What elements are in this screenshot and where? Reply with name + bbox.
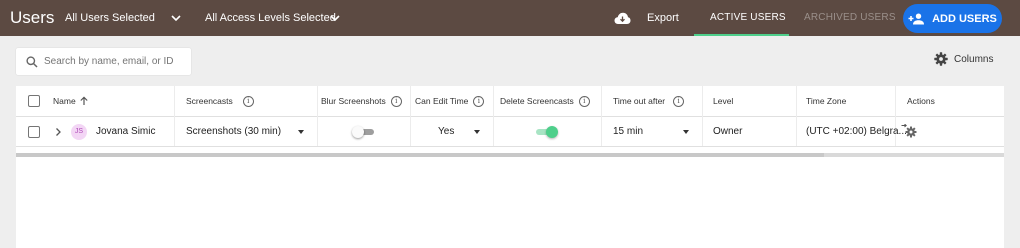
users-filter-dropdown[interactable]: All Users Selected [65,12,155,24]
column-divider [317,86,318,146]
search-input[interactable]: Search by name, email, or ID [16,48,191,75]
time-out-after-select[interactable]: 15 min [613,117,689,146]
page-title: Users [10,8,55,27]
screencasts-value: Screenshots (30 min) [186,126,282,137]
export-label: Export [647,12,679,24]
columns-label: Columns [954,53,994,65]
user-settings-button[interactable] [901,117,919,146]
delete-screencasts-header-label: Delete Screencasts [500,96,574,106]
tab-archived-users[interactable]: ARCHIVED USERS [804,12,896,23]
time-zone-header-label: Time Zone [806,96,847,106]
column-divider [410,86,411,146]
chevron-down-icon[interactable] [170,12,182,24]
info-icon[interactable]: i [242,95,254,107]
info-icon[interactable]: i [578,95,590,107]
search-placeholder: Search by name, email, or ID [44,56,174,67]
tab-active-users[interactable]: ACTIVE USERS [710,12,786,23]
can-edit-time-value: Yes [438,126,455,137]
level-value: Owner [713,126,743,137]
column-header-name[interactable]: Name [53,86,89,116]
blur-screenshots-toggle[interactable] [352,117,374,146]
search-icon [26,55,38,68]
sort-ascending-icon[interactable] [79,96,89,106]
dropdown-caret-icon [474,129,480,134]
level-header-label: Level [713,96,734,106]
info-icon[interactable]: i [473,95,485,107]
column-header-delete-screencasts: Delete Screencasts i [500,86,590,116]
add-person-icon [908,13,925,24]
add-users-button[interactable]: ADD USERS [903,4,1002,33]
blur-screenshots-header-label: Blur Screenshots [321,96,386,106]
column-header-time-zone: Time Zone [806,86,846,116]
column-divider [796,86,797,146]
column-header-time-out-after: Time out after i [613,86,685,116]
dropdown-caret-icon [683,129,689,134]
columns-button[interactable]: Columns [934,52,993,66]
column-header-can-edit-time: Can Edit Time i [415,86,485,116]
select-all-checkbox[interactable] [28,86,40,116]
column-header-level: Level [713,86,733,116]
time-out-after-header-label: Time out after [613,96,666,106]
row-divider [16,146,1004,147]
row-checkbox[interactable] [28,117,40,146]
gear-icon [934,52,948,66]
info-icon[interactable]: i [673,95,685,107]
chevron-right-icon [56,127,61,136]
chevron-down-icon[interactable] [329,12,341,24]
column-divider [493,86,494,146]
can-edit-time-select[interactable]: Yes [438,117,480,146]
delete-screencasts-toggle[interactable] [536,117,558,146]
time-out-after-value: 15 min [613,126,644,137]
horizontal-scrollbar-thumb[interactable] [16,153,824,157]
users-table: Name Screencasts i Blur Screenshots i Ca… [16,86,1004,248]
column-header-actions: Actions [907,86,935,116]
can-edit-time-header-label: Can Edit Time [415,96,469,106]
avatar: JS [71,123,87,140]
column-divider [174,86,175,146]
user-name[interactable]: Jovana Simic [96,117,155,146]
column-divider [702,86,703,146]
settings-gear-icon [901,123,917,137]
column-header-blur-screenshots: Blur Screenshots i [321,86,402,116]
info-icon[interactable]: i [390,95,402,107]
actions-header-label: Actions [907,96,935,106]
screencasts-select[interactable]: Screenshots (30 min) [186,117,304,146]
top-bar: Users All Users Selected All Access Leve… [0,0,1020,36]
user-avatar: JS [71,117,87,146]
column-header-screencasts: Screencasts i [186,86,254,116]
add-users-label: ADD USERS [932,12,997,25]
time-zone-value: (UTC +02:00) Belgra... [806,126,907,137]
dropdown-caret-icon [298,129,304,134]
access-level-filter-dropdown[interactable]: All Access Levels Selected [205,12,336,24]
active-tab-indicator [694,34,789,36]
column-divider [601,86,602,146]
screencasts-header-label: Screencasts [186,96,233,106]
name-header-label: Name [53,96,76,106]
cloud-download-icon [614,12,631,24]
export-button[interactable]: Export [614,9,679,27]
expand-row-button[interactable] [54,117,62,146]
